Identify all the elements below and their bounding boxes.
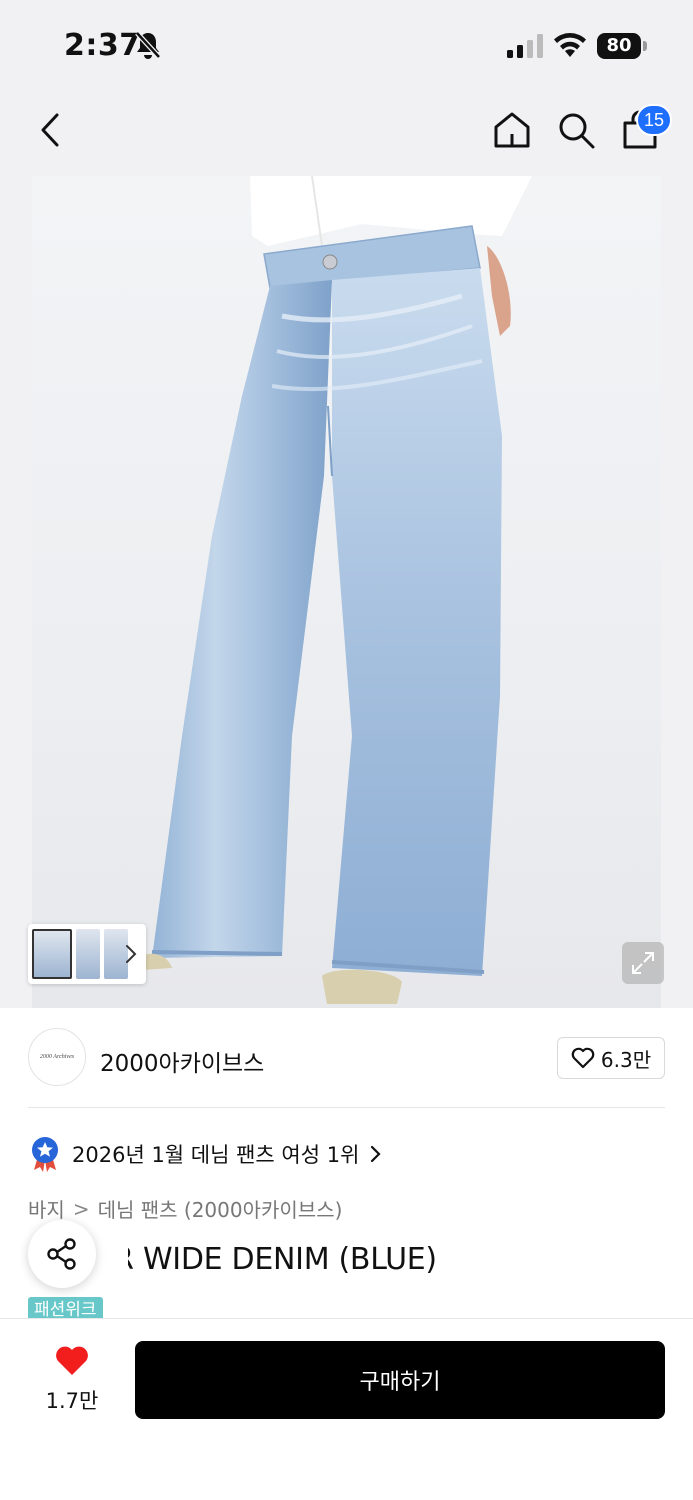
ranking-link[interactable]: 2026년 1월 데님 팬츠 여성 1위 — [28, 1134, 383, 1174]
brand-row: 2000 Archives 2000아카이브스 6.3만 — [28, 1028, 665, 1088]
search-button[interactable] — [554, 108, 598, 152]
heart-outline-icon — [571, 1047, 595, 1069]
share-button[interactable] — [28, 1220, 96, 1288]
share-icon — [47, 1238, 76, 1270]
ranking-badge-icon — [32, 1137, 58, 1172]
battery-level: 80 — [597, 33, 641, 59]
ranking-text: 2026년 1월 데님 팬츠 여성 1위 — [72, 1143, 360, 1167]
fullscreen-button[interactable] — [622, 942, 664, 984]
expand-icon — [632, 952, 654, 974]
cart-count-badge: 15 — [636, 104, 672, 136]
chevron-right-icon — [126, 945, 137, 963]
home-button[interactable] — [490, 108, 534, 152]
buy-button[interactable]: 구매하기 — [135, 1341, 665, 1419]
thumbnail-strip[interactable] — [28, 924, 146, 984]
back-button[interactable] — [30, 110, 70, 150]
brand-logo[interactable]: 2000 Archives — [28, 1028, 86, 1086]
wishlist-count: 1.7만 — [45, 1389, 99, 1413]
cellular-signal-icon — [507, 34, 543, 58]
thumbnail-2[interactable] — [76, 929, 100, 979]
battery-icon: 80 — [597, 33, 647, 59]
brand-logo-text: 2000 Archives — [39, 1054, 75, 1060]
bell-off-icon — [135, 31, 161, 59]
product-image-area — [0, 176, 693, 1008]
divider — [28, 1107, 665, 1108]
brand-like-button[interactable]: 6.3만 — [557, 1037, 665, 1079]
home-icon — [494, 112, 530, 148]
breadcrumb: 바지 > 데님 팬츠 (2000아카이브스) — [28, 1194, 342, 1223]
breadcrumb-separator: > — [72, 1196, 90, 1221]
search-icon — [559, 113, 595, 149]
status-time: 2:37 — [64, 28, 141, 63]
chevron-left-icon — [41, 113, 59, 147]
heart-filled-icon — [56, 1346, 88, 1375]
bottom-action-bar: 1.7만 구매하기 — [0, 1318, 693, 1500]
chevron-right-icon — [371, 1145, 381, 1163]
brand-name[interactable]: 2000아카이브스 — [100, 1044, 264, 1078]
breadcrumb-subcategory[interactable]: 데님 팬츠 (2000아카이브스) — [98, 1194, 343, 1223]
top-nav — [0, 92, 693, 176]
brand-like-count: 6.3만 — [600, 1047, 652, 1072]
wishlist-button[interactable]: 1.7만 — [40, 1345, 104, 1415]
status-bar: 2:37 80 — [0, 0, 693, 92]
wifi-icon — [554, 33, 586, 57]
denim-photo-illustration — [142, 176, 532, 1004]
product-photo[interactable] — [32, 176, 661, 1008]
breadcrumb-category[interactable]: 바지 — [28, 1194, 65, 1223]
thumbnail-1[interactable] — [32, 929, 72, 979]
